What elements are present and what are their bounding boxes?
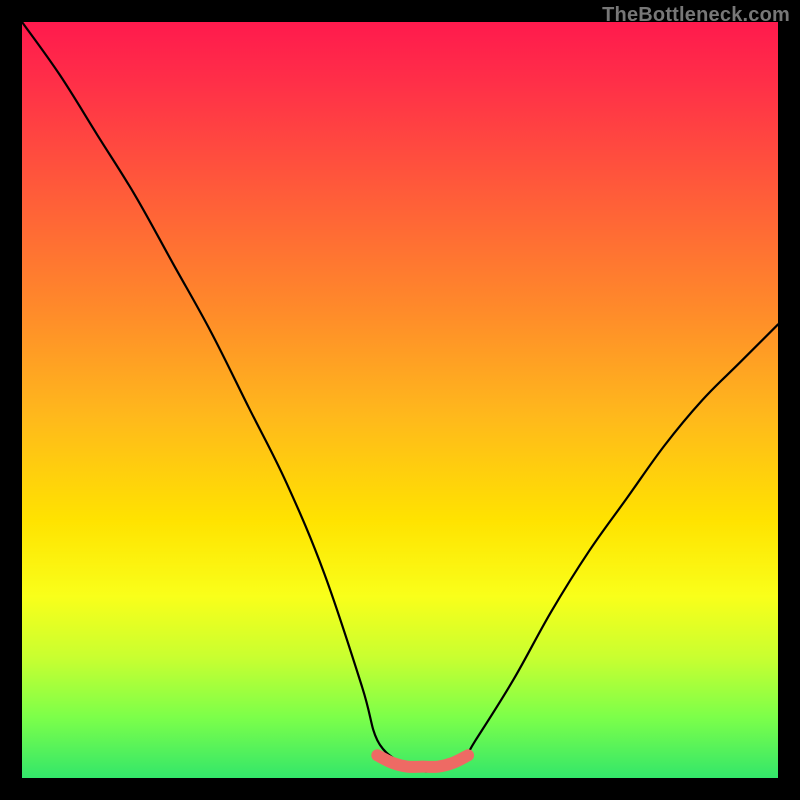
plot-area (22, 22, 778, 778)
watermark-text: TheBottleneck.com (602, 4, 790, 27)
chart-frame: TheBottleneck.com (0, 0, 800, 800)
curve-layer (22, 22, 778, 778)
optimal-band (377, 755, 468, 767)
bottleneck-curve (22, 22, 778, 771)
